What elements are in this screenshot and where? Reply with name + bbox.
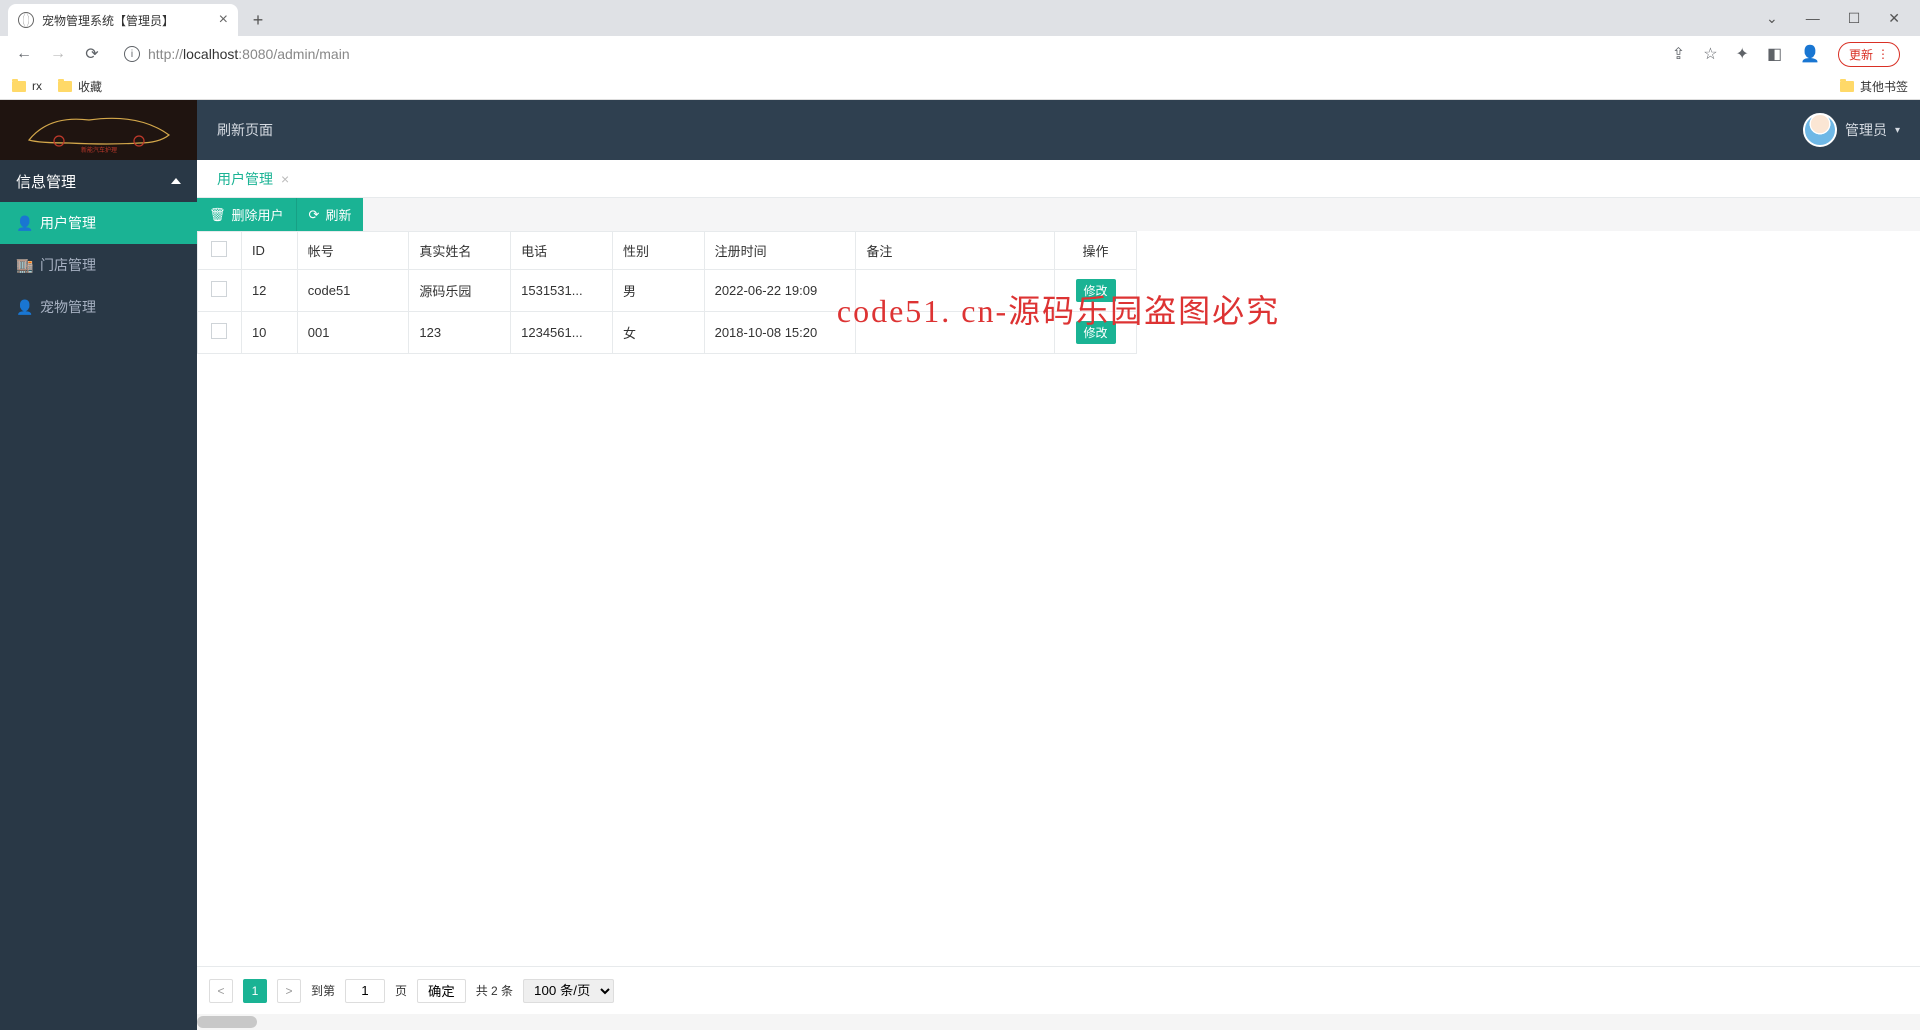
window-dropdown-icon[interactable]: ⌄ bbox=[1766, 10, 1778, 27]
sidebar-item-label: 门店管理 bbox=[40, 255, 96, 275]
topbar: 刷新页面 管理员▾ bbox=[197, 100, 1920, 160]
user-icon: 👤 bbox=[16, 215, 30, 232]
sidebar-section-header[interactable]: 信息管理 bbox=[0, 160, 197, 202]
reload-button[interactable]: ⟳ bbox=[80, 42, 104, 66]
users-table: ID 帐号 真实姓名 电话 性别 注册时间 备注 操作 12 code51 bbox=[197, 231, 1137, 354]
folder-icon bbox=[12, 81, 26, 92]
table-row: 12 code51 源码乐园 1531531... 男 2022-06-22 1… bbox=[198, 270, 1137, 312]
update-button[interactable]: 更新⋮ bbox=[1838, 42, 1900, 67]
th-phone[interactable]: 电话 bbox=[511, 232, 613, 270]
th-account[interactable]: 帐号 bbox=[297, 232, 409, 270]
bookmarks-bar: rx 收藏 其他书签 bbox=[0, 72, 1920, 100]
row-checkbox[interactable] bbox=[211, 323, 227, 339]
th-regtime[interactable]: 注册时间 bbox=[704, 232, 856, 270]
svg-text:新能汽车护理: 新能汽车护理 bbox=[80, 146, 116, 154]
window-controls: ⌄ — ☐ ✕ bbox=[1766, 10, 1920, 27]
horizontal-scrollbar[interactable] bbox=[197, 1014, 1920, 1030]
th-id[interactable]: ID bbox=[241, 232, 297, 270]
pagination: < 1 > 到第 页 确定 共 2 条 100 条/页 bbox=[197, 966, 1920, 1014]
goto-label: 到第 bbox=[311, 982, 335, 999]
minimize-icon[interactable]: — bbox=[1806, 10, 1820, 27]
chevron-down-icon: ▾ bbox=[1895, 125, 1900, 136]
app-shell: 新能汽车护理 信息管理 👤 用户管理 🏬 门店管理 👤 宠物管理 刷新页面 管理… bbox=[0, 100, 1920, 1030]
row-checkbox[interactable] bbox=[211, 281, 227, 297]
close-tab-icon[interactable]: × bbox=[219, 11, 228, 29]
logo: 新能汽车护理 bbox=[0, 100, 197, 160]
profile-icon[interactable]: 👤 bbox=[1800, 44, 1820, 64]
bookmark-star-icon[interactable]: ☆ bbox=[1703, 44, 1717, 64]
chevron-up-icon bbox=[171, 178, 181, 184]
new-tab-button[interactable]: + bbox=[244, 10, 272, 31]
address-bar: ← → ⟳ i http://localhost:8080/admin/main… bbox=[0, 36, 1920, 72]
globe-icon bbox=[18, 12, 34, 28]
refresh-button[interactable]: ⟳ 刷新 bbox=[297, 198, 364, 231]
browser-chrome: 宠物管理系统【管理员】 × + ⌄ — ☐ ✕ ← → ⟳ i http://l… bbox=[0, 0, 1920, 100]
per-page-select[interactable]: 100 条/页 bbox=[523, 979, 614, 1003]
goto-confirm-button[interactable]: 确定 bbox=[417, 979, 466, 1003]
sidebar-item-pets[interactable]: 👤 宠物管理 bbox=[0, 286, 197, 328]
table-container: ID 帐号 真实姓名 电话 性别 注册时间 备注 操作 12 code51 bbox=[197, 231, 1920, 966]
table-row: 10 001 123 1234561... 女 2018-10-08 15:20… bbox=[198, 312, 1137, 354]
close-tab-icon[interactable]: × bbox=[281, 171, 289, 187]
sidebar-item-label: 宠物管理 bbox=[40, 297, 96, 317]
extensions-icon[interactable]: ✦ bbox=[1736, 44, 1749, 64]
side-panel-icon[interactable]: ◧ bbox=[1767, 44, 1782, 64]
share-icon[interactable]: ⇪ bbox=[1672, 44, 1685, 64]
goto-page-input[interactable] bbox=[345, 979, 385, 1003]
trash-icon: 🗑 bbox=[209, 207, 226, 223]
toolbar: 🗑 删除用户 ⟳ 刷新 bbox=[197, 198, 1920, 231]
prev-page-button[interactable]: < bbox=[209, 979, 233, 1003]
bookmark-rx[interactable]: rx bbox=[12, 79, 42, 93]
close-window-icon[interactable]: ✕ bbox=[1888, 10, 1900, 27]
user-menu[interactable]: 管理员▾ bbox=[1803, 113, 1900, 147]
edit-button[interactable]: 修改 bbox=[1076, 321, 1116, 344]
site-info-icon[interactable]: i bbox=[124, 46, 140, 62]
store-icon: 🏬 bbox=[16, 257, 30, 274]
next-page-button[interactable]: > bbox=[277, 979, 301, 1003]
th-note[interactable]: 备注 bbox=[856, 232, 1055, 270]
page-number-button[interactable]: 1 bbox=[243, 979, 267, 1003]
browser-tab[interactable]: 宠物管理系统【管理员】 × bbox=[8, 4, 238, 36]
maximize-icon[interactable]: ☐ bbox=[1848, 10, 1861, 27]
refresh-page-link[interactable]: 刷新页面 bbox=[217, 120, 273, 140]
total-count: 共 2 条 bbox=[476, 982, 513, 999]
folder-icon bbox=[58, 81, 72, 92]
sidebar-item-label: 用户管理 bbox=[40, 213, 96, 233]
th-gender[interactable]: 性别 bbox=[612, 232, 704, 270]
th-realname[interactable]: 真实姓名 bbox=[409, 232, 511, 270]
tab-bar: 宠物管理系统【管理员】 × + ⌄ — ☐ ✕ bbox=[0, 0, 1920, 36]
sidebar-item-users[interactable]: 👤 用户管理 bbox=[0, 202, 197, 244]
avatar bbox=[1803, 113, 1837, 147]
tab-users[interactable]: 用户管理 × bbox=[209, 169, 297, 189]
other-bookmarks[interactable]: 其他书签 bbox=[1840, 78, 1908, 95]
refresh-icon: ⟳ bbox=[309, 207, 320, 223]
th-operate: 操作 bbox=[1055, 232, 1137, 270]
back-button[interactable]: ← bbox=[12, 42, 36, 66]
user-icon: 👤 bbox=[16, 299, 30, 316]
page-word: 页 bbox=[395, 982, 407, 999]
content-tabs: 用户管理 × bbox=[197, 160, 1920, 198]
edit-button[interactable]: 修改 bbox=[1076, 279, 1116, 302]
delete-user-button[interactable]: 🗑 删除用户 bbox=[197, 198, 297, 231]
main-content: 刷新页面 管理员▾ 用户管理 × 🗑 删除用户 ⟳ 刷新 bbox=[197, 100, 1920, 1030]
folder-icon bbox=[1840, 81, 1854, 92]
forward-button[interactable]: → bbox=[46, 42, 70, 66]
table-header-row: ID 帐号 真实姓名 电话 性别 注册时间 备注 操作 bbox=[198, 232, 1137, 270]
bookmark-favorites[interactable]: 收藏 bbox=[58, 78, 102, 95]
select-all-checkbox[interactable] bbox=[211, 241, 227, 257]
sidebar: 新能汽车护理 信息管理 👤 用户管理 🏬 门店管理 👤 宠物管理 bbox=[0, 100, 197, 1030]
tab-title: 宠物管理系统【管理员】 bbox=[42, 12, 174, 29]
sidebar-item-stores[interactable]: 🏬 门店管理 bbox=[0, 244, 197, 286]
url-field[interactable]: i http://localhost:8080/admin/main bbox=[114, 46, 1662, 62]
